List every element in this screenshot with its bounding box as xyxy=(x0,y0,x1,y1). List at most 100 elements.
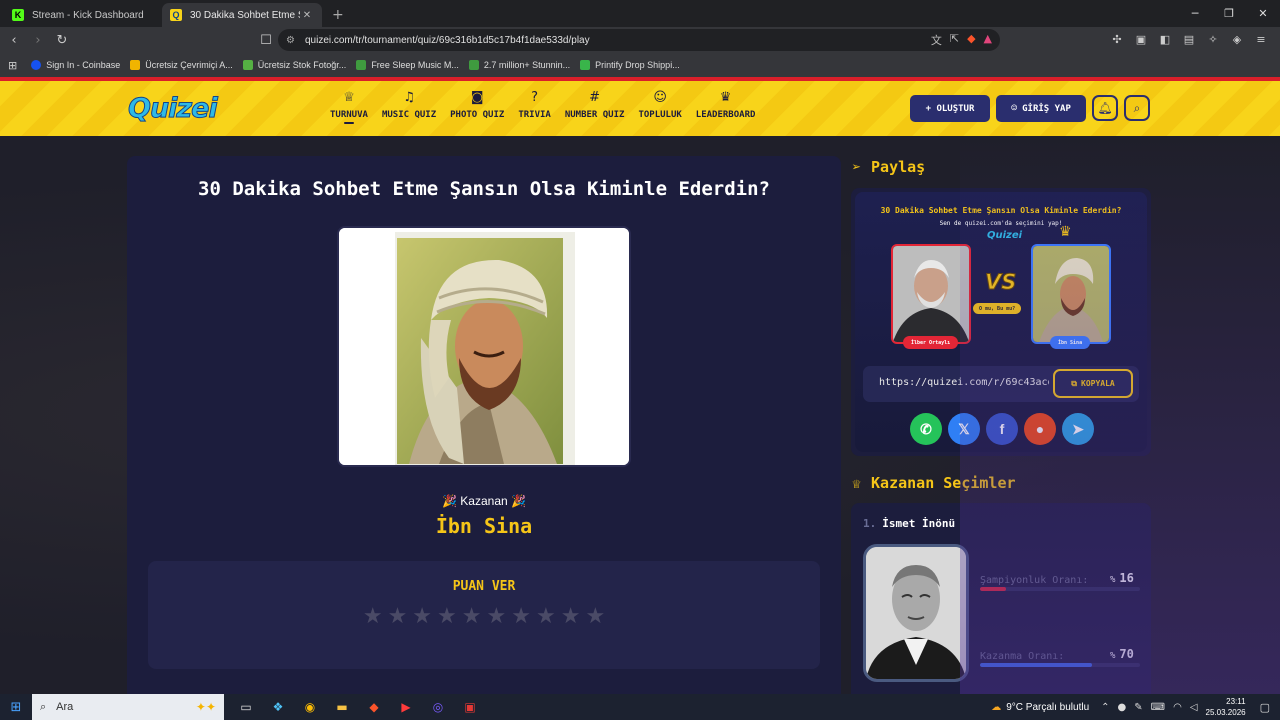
nav-label: TRIVIA xyxy=(518,110,551,120)
login-button[interactable]: ☺ GİRİŞ YAP xyxy=(996,95,1086,122)
copilot-icon[interactable]: ❖ xyxy=(262,694,294,720)
weather-widget[interactable]: ☁ 9°C Parçalı bulutlu xyxy=(991,702,1089,713)
user-icon: ☺ xyxy=(1011,103,1018,114)
screenshot-icon[interactable]: ▣ xyxy=(1134,31,1148,47)
nav-photo-quiz[interactable]: ◙ PHOTO QUIZ xyxy=(450,89,504,124)
address-bar[interactable]: ⚙ quizei.com/tr/tournament/quiz/69c316b1… xyxy=(278,29,1000,51)
pen-icon[interactable]: ✎ xyxy=(1134,702,1142,713)
task-view-icon[interactable]: ▭ xyxy=(230,694,262,720)
notification-icon[interactable]: ▢ xyxy=(1260,701,1270,714)
share-link-text[interactable]: https://quizei.com/r/69c43acd8 xyxy=(879,377,1049,388)
star-icon[interactable]: ★ xyxy=(388,603,408,631)
tab-kick-dashboard[interactable]: K Stream - Kick Dashboard xyxy=(4,3,162,27)
language-icon[interactable]: ⌨ xyxy=(1151,702,1165,713)
system-tray: ☁ 9°C Parçalı bulutlu ⌃ ● ✎ ⌨ ◠ ◁ 23:11 … xyxy=(991,694,1280,720)
share-icon[interactable]: ⇱ xyxy=(950,32,959,48)
brave-rewards-icon[interactable]: ▲ xyxy=(984,32,992,48)
wallet-icon[interactable]: ▤ xyxy=(1182,31,1196,47)
search-highlight-icon: ✦✦ xyxy=(195,700,216,714)
nav-topluluk[interactable]: ☺ TOPLULUK xyxy=(638,89,681,124)
star-icon[interactable]: ★ xyxy=(487,603,507,631)
facebook-icon[interactable]: f xyxy=(986,413,1018,445)
forward-icon[interactable]: › xyxy=(28,30,48,50)
bookmark-item[interactable]: Free Sleep Music M... xyxy=(356,60,459,70)
new-tab-button[interactable]: + xyxy=(332,7,344,23)
star-icon[interactable]: ★ xyxy=(462,603,482,631)
nav-label: TURNUVA xyxy=(330,110,368,124)
nav-label: LEADERBOARD xyxy=(695,110,756,120)
minimize-icon[interactable]: ─ xyxy=(1178,0,1212,27)
restore-icon[interactable]: ❐ xyxy=(1212,0,1246,27)
taskbar-search[interactable]: ⌕ Ara ✦✦ xyxy=(32,694,224,720)
bookmark-item[interactable]: Sign In - Coinbase xyxy=(31,60,120,70)
bookmark-icon[interactable]: ☐ xyxy=(256,30,276,50)
star-icon[interactable]: ★ xyxy=(412,603,432,631)
microphone-icon[interactable]: ● xyxy=(1118,702,1127,713)
star-icon[interactable]: ★ xyxy=(511,603,531,631)
url-text: quizei.com/tr/tournament/quiz/69c316b1d5… xyxy=(304,34,590,46)
winner-item-label: İsmet İnönü xyxy=(882,517,956,530)
close-tab-icon[interactable]: ✕ xyxy=(300,10,314,21)
back-icon[interactable]: ‹ xyxy=(4,30,24,50)
telegram-icon[interactable]: ➤ xyxy=(1062,413,1094,445)
win-rate-label: Kazanma Oranı: xyxy=(980,651,1065,662)
star-icon[interactable]: ★ xyxy=(437,603,457,631)
nav-trivia[interactable]: ? TRIVIA xyxy=(518,89,551,124)
nav-turnuva[interactable]: ♕ TURNUVA xyxy=(330,89,368,124)
trophy-icon: ♕ xyxy=(852,474,862,492)
wifi-icon[interactable]: ◠ xyxy=(1173,702,1182,713)
copy-link-button[interactable]: ⧉ KOPYALA xyxy=(1053,369,1133,398)
search-button[interactable]: ⌕ xyxy=(1124,95,1150,121)
translate-icon[interactable]: 文 xyxy=(931,32,942,48)
discord-icon[interactable]: ◎ xyxy=(422,694,454,720)
nav-music-quiz[interactable]: ♫ MUSIC QUIZ xyxy=(382,89,436,124)
share-heading: ➢ Paylaş xyxy=(852,158,925,176)
vs-text: VS xyxy=(984,270,1017,295)
windows-start-icon[interactable]: ⊞ xyxy=(0,694,32,720)
brave-icon[interactable]: ◆ xyxy=(358,694,390,720)
vs-pill: O mu, Bu mu? xyxy=(973,303,1022,314)
site-logo[interactable]: Quizei xyxy=(128,93,219,125)
menu-icon[interactable]: ≡ xyxy=(1254,31,1268,47)
star-icon[interactable]: ★ xyxy=(363,603,383,631)
extensions-icon[interactable]: ✣ xyxy=(1110,31,1124,47)
star-icon[interactable]: ★ xyxy=(585,603,605,631)
chevron-up-icon[interactable]: ⌃ xyxy=(1101,702,1109,713)
site-info-icon[interactable]: ⚙ xyxy=(286,35,295,46)
winner-item-photo[interactable] xyxy=(863,544,969,682)
winner-rank: 1. xyxy=(863,517,877,530)
tab-quizei[interactable]: Q 30 Dakika Sohbet Etme Şansın O ✕ xyxy=(162,3,322,27)
app-icon[interactable]: ▣ xyxy=(454,694,486,720)
x-icon[interactable]: 𝕏 xyxy=(948,413,980,445)
vpn-icon[interactable]: ◈ xyxy=(1230,31,1244,47)
star-icon[interactable]: ★ xyxy=(536,603,556,631)
quiz-title: 30 Dakika Sohbet Etme Şansın Olsa Kiminl… xyxy=(198,178,770,200)
close-window-icon[interactable]: ✕ xyxy=(1246,0,1280,27)
bookmark-item[interactable]: Ücretsiz Stok Fotoğr... xyxy=(242,60,346,70)
apps-grid-icon[interactable]: ⊞ xyxy=(8,59,17,72)
nav-leaderboard[interactable]: ♛ LEADERBOARD xyxy=(696,89,756,124)
star-icon[interactable]: ★ xyxy=(561,603,581,631)
percent-sign: % xyxy=(1110,575,1116,585)
leo-ai-icon[interactable]: ✧ xyxy=(1206,31,1220,47)
clock[interactable]: 23:11 25.03.2026 xyxy=(1206,696,1246,718)
bookmark-item[interactable]: Printify Drop Shippi... xyxy=(580,60,680,70)
winner-photo xyxy=(337,226,631,467)
reload-icon[interactable]: ↻ xyxy=(52,30,72,50)
brave-shield-icon[interactable]: ◆ xyxy=(967,32,975,48)
notifications-button[interactable]: 🔔︎ xyxy=(1092,95,1118,121)
rating-panel: PUAN VER ★ ★ ★ ★ ★ ★ ★ ★ ★ ★ xyxy=(148,561,820,669)
create-button[interactable]: + OLUŞTUR xyxy=(910,95,990,122)
file-explorer-icon[interactable]: ▬ xyxy=(326,694,358,720)
browser-toolbar: ‹ › ↻ ☐ ⚙ quizei.com/tr/tournament/quiz/… xyxy=(0,27,1280,53)
chrome-icon[interactable]: ◉ xyxy=(294,694,326,720)
reddit-icon[interactable]: ● xyxy=(1024,413,1056,445)
bookmark-item[interactable]: 2.7 million+ Stunnin... xyxy=(468,60,570,70)
inonu-portrait-image xyxy=(866,547,966,679)
bookmark-item[interactable]: Ücretsiz Çevrimiçi A... xyxy=(130,60,233,70)
whatsapp-icon[interactable]: ✆ xyxy=(910,413,942,445)
sidebar-icon[interactable]: ◧ xyxy=(1158,31,1172,47)
media-player-icon[interactable]: ▶ xyxy=(390,694,422,720)
nav-number-quiz[interactable]: # NUMBER QUIZ xyxy=(565,89,625,124)
volume-icon[interactable]: ◁ xyxy=(1190,702,1198,713)
